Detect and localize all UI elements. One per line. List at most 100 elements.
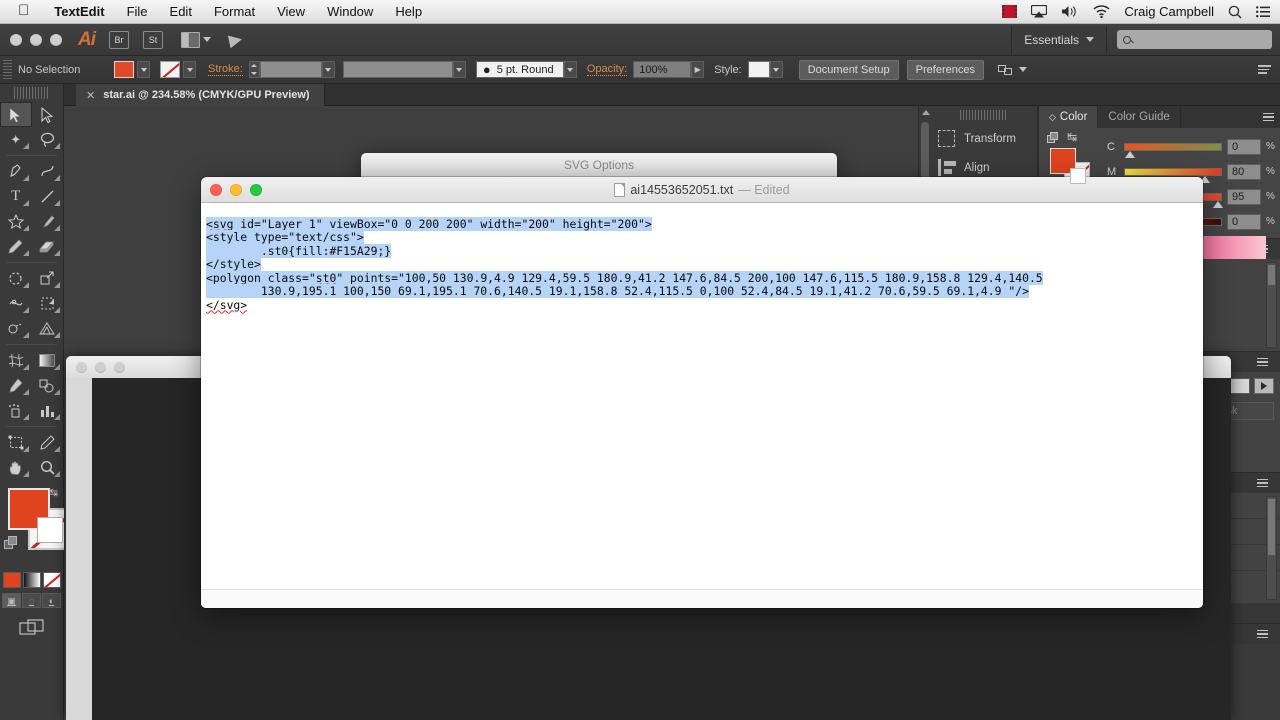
- stroke-swatch[interactable]: [160, 61, 180, 78]
- menu-view[interactable]: View: [266, 4, 316, 19]
- scroll-up-arrow-icon[interactable]: [922, 110, 930, 115]
- symbol-sprayer-tool[interactable]: [0, 398, 32, 423]
- draw-inside-mode[interactable]: ◐: [42, 593, 61, 608]
- selection-tool[interactable]: [0, 102, 32, 127]
- menu-file[interactable]: File: [116, 4, 159, 19]
- none-swatch-mode[interactable]: [42, 572, 61, 588]
- brush-dropdown[interactable]: [563, 61, 577, 78]
- tab-color[interactable]: ◇ Color: [1039, 106, 1099, 128]
- film-record-icon[interactable]: [1002, 5, 1018, 18]
- go-to-bridge-icon[interactable]: ▶: [227, 28, 244, 50]
- zoom-button[interactable]: [114, 361, 125, 373]
- color-swatch-mode[interactable]: [2, 572, 21, 588]
- hand-tool[interactable]: [0, 455, 32, 480]
- pencil-tool[interactable]: [0, 234, 32, 259]
- opacity-dropdown[interactable]: ▶: [691, 61, 705, 78]
- notification-center-icon[interactable]: [1256, 5, 1270, 18]
- tab-color-guide[interactable]: Color Guide: [1098, 106, 1181, 128]
- shape-builder-tool[interactable]: [0, 316, 32, 341]
- slider-m-value[interactable]: 80: [1227, 163, 1261, 180]
- scale-tool[interactable]: [32, 266, 64, 291]
- transparency-play-icon[interactable]: [1254, 378, 1274, 394]
- stroke-dropdown[interactable]: [183, 61, 196, 78]
- stock-button[interactable]: St: [143, 30, 163, 49]
- default-fill-stroke-icon[interactable]: [1047, 132, 1059, 144]
- opacity-input[interactable]: 100%: [633, 61, 692, 78]
- type-tool[interactable]: T: [0, 184, 32, 209]
- menu-edit[interactable]: Edit: [159, 4, 203, 19]
- slider-y-knob[interactable]: [1213, 200, 1224, 208]
- fill-swatch[interactable]: [114, 61, 134, 78]
- document-tab[interactable]: ✕ star.ai @ 234.58% (CMYK/GPU Preview): [76, 84, 325, 106]
- style-dropdown[interactable]: [769, 61, 783, 78]
- tools-panel-grip[interactable]: [14, 87, 49, 99]
- direct-selection-tool[interactable]: [32, 102, 64, 127]
- artboard-tool[interactable]: [0, 430, 32, 455]
- layers-scrollbar[interactable]: [1266, 496, 1277, 600]
- default-fill-stroke-icon[interactable]: [4, 536, 18, 550]
- close-icon[interactable]: ✕: [86, 89, 95, 102]
- apple-menu-icon[interactable]: : [0, 3, 43, 18]
- width-tool[interactable]: [0, 291, 32, 316]
- close-button[interactable]: [76, 361, 87, 373]
- textedit-window[interactable]: ai14553652051.txt — Edited <svg id="Laye…: [201, 177, 1203, 608]
- slice-tool[interactable]: [32, 430, 64, 455]
- swap-fill-stroke-icon[interactable]: ↹: [1067, 130, 1077, 144]
- brush-definition[interactable]: ● 5 pt. Round: [475, 61, 564, 78]
- swap-fill-stroke-icon[interactable]: ↹: [49, 486, 58, 499]
- layers-panel-menu[interactable]: [1257, 478, 1274, 488]
- zoom-tool[interactable]: [32, 455, 64, 480]
- curvature-tool[interactable]: [32, 159, 64, 184]
- airplay-icon[interactable]: [1031, 5, 1048, 18]
- spotlight-search-icon[interactable]: [1228, 5, 1242, 19]
- magic-wand-tool[interactable]: ✦: [0, 127, 32, 152]
- menu-format[interactable]: Format: [203, 4, 266, 19]
- artboards-panel-menu[interactable]: [1257, 629, 1274, 639]
- menu-window[interactable]: Window: [316, 4, 384, 19]
- control-panel-menu[interactable]: [1258, 65, 1280, 74]
- slider-c-value[interactable]: 0: [1227, 138, 1261, 155]
- minimize-button[interactable]: [95, 361, 106, 373]
- eyedropper-tool[interactable]: [0, 373, 32, 398]
- shape-tool[interactable]: [0, 209, 32, 234]
- menu-help[interactable]: Help: [384, 4, 433, 19]
- slider-y-value[interactable]: 95: [1227, 188, 1261, 205]
- blend-tool[interactable]: [32, 373, 64, 398]
- document-setup-button[interactable]: Document Setup: [798, 59, 899, 80]
- paintbrush-tool[interactable]: [32, 209, 64, 234]
- lasso-tool[interactable]: [32, 127, 64, 152]
- draw-normal-mode[interactable]: ▣: [2, 593, 21, 608]
- panel-transform[interactable]: Transform: [930, 124, 1037, 153]
- gradient-swatch-mode[interactable]: [22, 572, 41, 588]
- free-transform-tool[interactable]: [32, 291, 64, 316]
- color-panel-menu[interactable]: [1263, 106, 1280, 128]
- dock-grip[interactable]: [960, 110, 1007, 120]
- background-window-sidebar[interactable]: [66, 378, 92, 720]
- textedit-body[interactable]: <svg id="Layer_1" viewBox="0 0 200 200" …: [201, 203, 1203, 608]
- eraser-tool[interactable]: [32, 234, 64, 259]
- textedit-titlebar[interactable]: ai14553652051.txt — Edited: [201, 177, 1203, 203]
- gradient-tool[interactable]: [32, 348, 64, 373]
- stroke-weight-dropdown[interactable]: [321, 61, 335, 78]
- slider-c-knob[interactable]: [1125, 150, 1135, 158]
- select-similar-options[interactable]: [997, 63, 1027, 77]
- textedit-scrollbar[interactable]: [1189, 229, 1202, 588]
- menu-app-name[interactable]: TextEdit: [43, 4, 115, 19]
- perspective-grid-tool[interactable]: [32, 316, 64, 341]
- swatches-scrollbar[interactable]: [1266, 262, 1277, 348]
- mesh-tool[interactable]: [0, 348, 32, 373]
- stroke-weight-stepper[interactable]: [248, 61, 260, 78]
- preferences-button[interactable]: Preferences: [906, 59, 984, 80]
- workspace-switcher[interactable]: Essentials: [1011, 25, 1107, 54]
- line-segment-tool[interactable]: [32, 184, 64, 209]
- stroke-weight-input[interactable]: [259, 61, 322, 78]
- graphic-style-swatch[interactable]: [747, 61, 770, 78]
- column-graph-tool[interactable]: [32, 398, 64, 423]
- slider-k-value[interactable]: 0: [1227, 213, 1261, 230]
- fill-dropdown[interactable]: [137, 61, 150, 78]
- bridge-button[interactable]: Br: [109, 30, 129, 49]
- draw-behind-mode[interactable]: ◌: [22, 593, 41, 608]
- menu-user-name[interactable]: Craig Campbell: [1124, 4, 1214, 19]
- stroke-profile-dropdown[interactable]: [452, 61, 466, 78]
- transparency-panel-menu[interactable]: [1257, 357, 1274, 367]
